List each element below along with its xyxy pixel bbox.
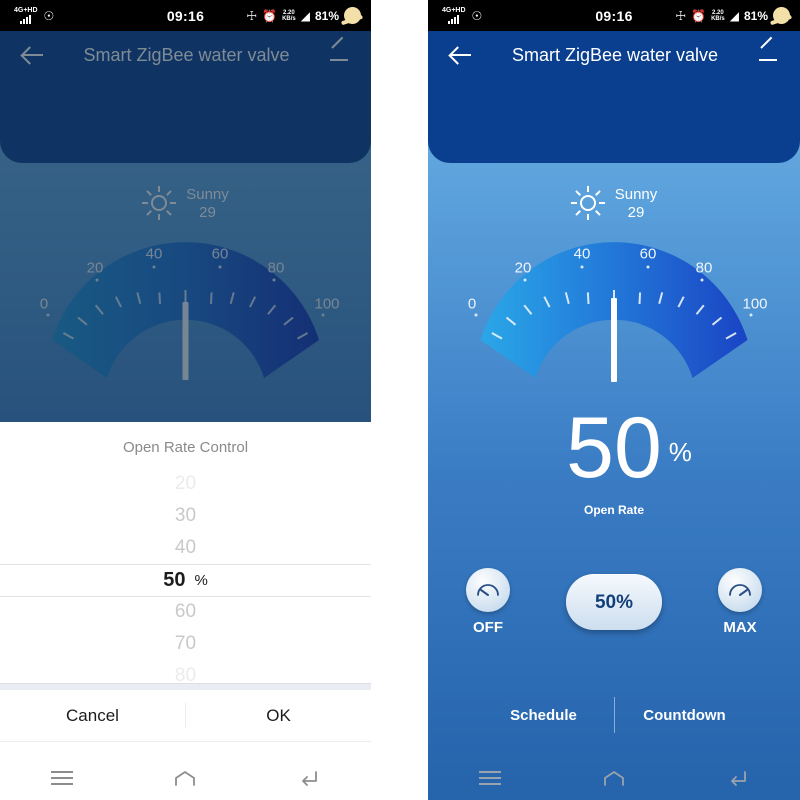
dialog-button-row: Cancel OK: [0, 690, 371, 742]
gauge-pointer: [611, 298, 617, 382]
gauge-tick-dot-80: [700, 278, 704, 282]
gauge-tick-label-60: 60: [639, 245, 657, 263]
open-rate-caption: Open Rate: [583, 503, 644, 517]
gauge-tick-label-80: 80: [695, 259, 713, 277]
gauge-tick-label-40: 40: [573, 245, 591, 263]
max-label: MAX: [723, 619, 757, 636]
gauge-tick-dot-60: [646, 265, 650, 269]
page-title: Smart ZigBee water valve: [511, 44, 719, 65]
status-bar-clock: 09:16: [166, 7, 205, 24]
pencil-edit-icon[interactable]: [756, 43, 780, 67]
gauge-tick-label-100: 100: [742, 295, 768, 313]
sun-core: [579, 195, 596, 211]
percent-symbol: %: [668, 437, 692, 467]
menu-icon[interactable]: [49, 768, 75, 788]
android-nav-bar-right: [428, 755, 800, 800]
menu-icon[interactable]: [477, 768, 503, 788]
ok-button[interactable]: OK: [186, 690, 371, 741]
picker-option-label: 30: [174, 505, 197, 526]
sun-icon: [570, 186, 605, 220]
dialog-title: Open Rate Control: [122, 439, 249, 456]
open-rate-picker[interactable]: 20 30 40 50 % 60 70 80: [0, 468, 371, 683]
open-rate-readout: 50 % Open Rate: [428, 405, 800, 517]
home-icon[interactable]: [601, 768, 627, 788]
tab-schedule[interactable]: Schedule: [474, 707, 614, 724]
back-icon[interactable]: [725, 768, 751, 788]
picker-selected-value: 50: [163, 568, 186, 591]
current-value-pill[interactable]: 50%: [566, 574, 662, 630]
status-bar-clock: 09:16: [595, 7, 633, 24]
screenshot-stage: 4G+HD ☉ 09:16 ☩ ⏰ 2.20 KB/s ◢ 81% Open R…: [0, 0, 800, 800]
picker-unit-label: %: [194, 571, 208, 589]
max-control[interactable]: MAX: [718, 568, 762, 636]
picker-selection-line-bottom: [0, 596, 371, 597]
picker-option-label: 40: [174, 537, 197, 558]
status-bar-left: 4G+HD ☉ 09:16 ☩ ⏰ 2.20 KB/s ◢ 81%: [0, 0, 371, 31]
gauge-tick-dot-0: [474, 313, 478, 317]
open-rate-control-dialog: Open Rate Control 20 30 40 50 % 60 70 80…: [0, 422, 371, 755]
picker-option[interactable]: 60: [0, 596, 371, 628]
gauge-tick-dot-100: [749, 313, 753, 317]
status-bar-right: 4G+HD ☉ 09:16 ☩ ⏰ 2.20 KB/s ◢ 81%: [428, 0, 800, 31]
modal-dim-overlay[interactable]: [0, 31, 371, 422]
picker-option[interactable]: 30: [0, 500, 371, 532]
phone-screen-left: 4G+HD ☉ 09:16 ☩ ⏰ 2.20 KB/s ◢ 81% Open R…: [0, 0, 371, 800]
open-rate-value: 50: [566, 400, 662, 496]
off-control[interactable]: OFF: [466, 568, 510, 636]
moon-icon: [773, 7, 790, 24]
picker-option-label: 80: [174, 665, 197, 683]
picker-option-label: 70: [174, 633, 197, 654]
moon-icon: [344, 7, 361, 24]
app-header-right: Smart ZigBee water valve: [428, 31, 800, 163]
bottom-tab-bar: Schedule Countdown: [428, 692, 800, 738]
weather-temperature: 29: [627, 204, 645, 221]
gauge-tick-label-20: 20: [514, 259, 532, 277]
back-arrow-icon[interactable]: [448, 42, 474, 68]
header-row: Smart ZigBee water valve: [428, 31, 800, 79]
dialog-separator: [0, 683, 371, 690]
gauge-tick-label-0: 0: [467, 295, 477, 313]
picker-option[interactable]: 40: [0, 532, 371, 564]
phone-screen-right: 4G+HD ☉ 09:16 ☩ ⏰ 2.20 KB/s ◢ 81% Smart …: [428, 0, 800, 800]
cancel-button[interactable]: Cancel: [0, 690, 185, 741]
valve-control-row: OFF 50% MAX: [428, 560, 800, 644]
picker-option-selected[interactable]: 50 %: [0, 564, 371, 596]
picker-selection-line-top: [0, 564, 371, 565]
gauge-min-icon[interactable]: [466, 568, 510, 612]
gauge-tick-dot-40: [580, 265, 584, 269]
back-icon[interactable]: [296, 768, 322, 788]
gauge-tick-dot-20: [523, 278, 527, 282]
open-rate-value-wrap: 50 %: [566, 405, 692, 491]
tab-countdown[interactable]: Countdown: [615, 707, 755, 724]
picker-option-label: 20: [174, 473, 197, 494]
picker-option[interactable]: 80: [0, 660, 371, 683]
weather-text: Sunny 29: [615, 185, 658, 221]
home-icon[interactable]: [172, 768, 198, 788]
gauge-max-icon[interactable]: [718, 568, 762, 612]
weather-widget-right: Sunny 29: [428, 185, 800, 221]
weather-condition: Sunny: [614, 186, 658, 203]
android-nav-bar-left: [0, 755, 371, 800]
picker-option[interactable]: 70: [0, 628, 371, 660]
off-label: OFF: [473, 619, 503, 636]
picker-option-label: 60: [174, 601, 197, 622]
picker-option[interactable]: 20: [0, 468, 371, 500]
